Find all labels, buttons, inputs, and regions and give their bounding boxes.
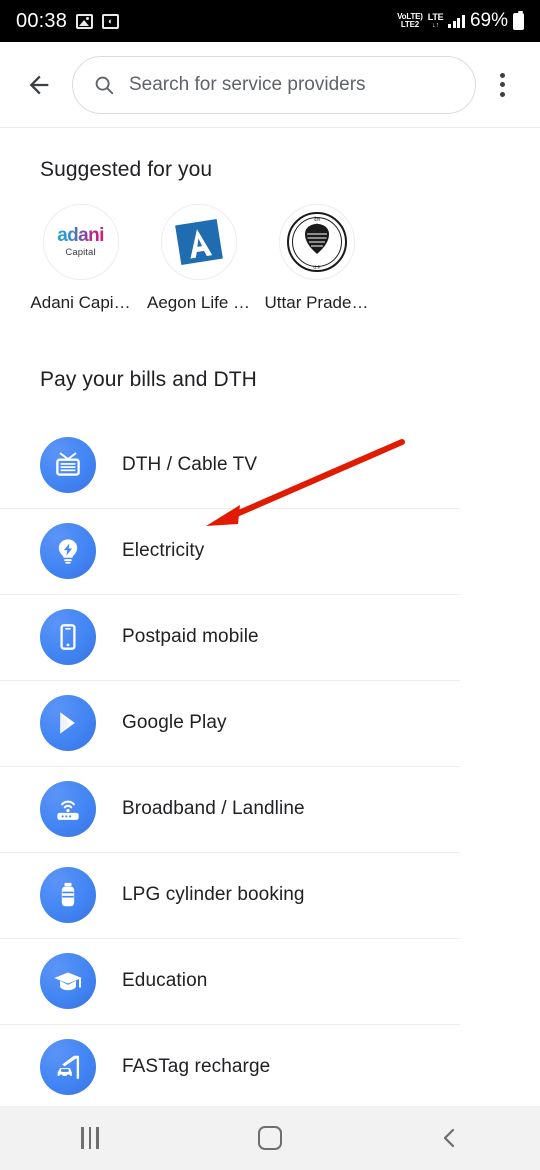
signal-bars-icon <box>448 14 465 28</box>
graduation-cap-icon <box>40 953 96 1009</box>
bill-item-dth-cable-tv[interactable]: DTH / Cable TV <box>0 422 540 508</box>
wifi-icon: ◐ <box>102 13 120 29</box>
router-icon <box>40 781 96 837</box>
bill-item-electricity[interactable]: Electricity <box>0 508 540 594</box>
svg-text:देश: देश <box>313 216 320 223</box>
suggested-section-title: Suggested for you <box>40 158 213 181</box>
bill-item-fastag-recharge[interactable]: FASTag recharge <box>0 1024 540 1106</box>
network-type-indicator: LTE ↓↑ <box>427 12 444 30</box>
search-placeholder: Search for service providers <box>129 73 366 95</box>
status-bar-right: VoLTE) LTE2 LTE ↓↑ 69% <box>397 10 524 32</box>
lightbulb-icon <box>40 523 96 579</box>
data-arrows-icon: ↓↑ <box>432 22 440 29</box>
suggested-provider-label: Aegon Life … <box>147 293 251 312</box>
status-bar: 00:38 ◐ VoLTE) LTE2 LTE ↓↑ 69% <box>0 0 540 42</box>
main-content: Suggested for you adani Capital Adani Ca… <box>0 128 540 1106</box>
bill-item-label: Postpaid mobile <box>122 626 259 647</box>
suggested-provider-adani[interactable]: adani Capital Adani Capi… <box>30 204 131 313</box>
battery-icon <box>513 10 524 30</box>
bill-item-education[interactable]: Education <box>0 938 540 1024</box>
back-arrow-icon[interactable] <box>16 62 62 108</box>
suggested-provider-label: Uttar Prade… <box>264 293 369 312</box>
recents-icon[interactable] <box>35 1106 145 1170</box>
suggested-provider-aegon[interactable]: Aegon Life … <box>147 204 250 313</box>
bill-item-label: Google Play <box>122 712 227 733</box>
bill-item-label: Electricity <box>122 540 205 561</box>
bill-item-label: LPG cylinder booking <box>122 884 305 905</box>
tv-icon <box>40 437 96 493</box>
bills-section-title: Pay your bills and DTH <box>40 368 257 391</box>
bill-item-google-play[interactable]: Google Play <box>0 680 540 766</box>
suggested-providers-list: adani Capital Adani Capi… Aegon Life … द… <box>0 182 540 313</box>
sim-label: LTE2 <box>400 20 420 29</box>
status-bar-left: 00:38 ◐ <box>16 9 120 33</box>
bill-item-lpg-cylinder-booking[interactable]: LPG cylinder booking <box>0 852 540 938</box>
bill-item-label: FASTag recharge <box>122 1056 271 1077</box>
smartphone-icon <box>40 609 96 665</box>
adani-logo-subtext: Capital <box>65 247 96 259</box>
home-icon[interactable] <box>215 1106 325 1170</box>
status-clock: 00:38 <box>16 9 68 32</box>
gas-cylinder-icon <box>40 867 96 923</box>
fastag-car-icon <box>40 1039 96 1095</box>
adani-capital-logo: adani Capital <box>42 204 119 280</box>
svg-text:U.P.: U.P. <box>313 265 320 270</box>
battery-percent: 69% <box>469 10 508 31</box>
uttar-pradesh-emblem-logo: देश U.P. <box>278 204 355 280</box>
search-input[interactable]: Search for service providers <box>72 55 476 114</box>
bill-item-label: Broadband / Landline <box>122 798 305 819</box>
aegon-life-logo <box>160 204 237 280</box>
bills-list: DTH / Cable TV Electricity Postpaid mobi… <box>0 422 540 1106</box>
network-type-label: LTE <box>427 12 444 22</box>
suggested-provider-uttar-pradesh[interactable]: देश U.P. Uttar Prade… <box>265 204 368 313</box>
system-nav-bar <box>0 1106 540 1170</box>
app-bar: Search for service providers <box>0 42 540 128</box>
google-play-icon <box>40 695 96 751</box>
volte-indicator: VoLTE) LTE2 <box>397 13 423 29</box>
bill-item-label: DTH / Cable TV <box>122 454 258 475</box>
bill-item-postpaid-mobile[interactable]: Postpaid mobile <box>0 594 540 680</box>
bill-item-broadband-landline[interactable]: Broadband / Landline <box>0 766 540 852</box>
adani-logo-text: adani <box>57 225 104 247</box>
photo-icon <box>76 13 94 29</box>
kebab-menu-icon[interactable] <box>480 62 524 108</box>
nav-back-icon[interactable] <box>395 1106 505 1170</box>
search-icon <box>95 76 114 94</box>
suggested-provider-label: Adani Capi… <box>30 293 131 312</box>
bill-item-label: Education <box>122 970 208 991</box>
